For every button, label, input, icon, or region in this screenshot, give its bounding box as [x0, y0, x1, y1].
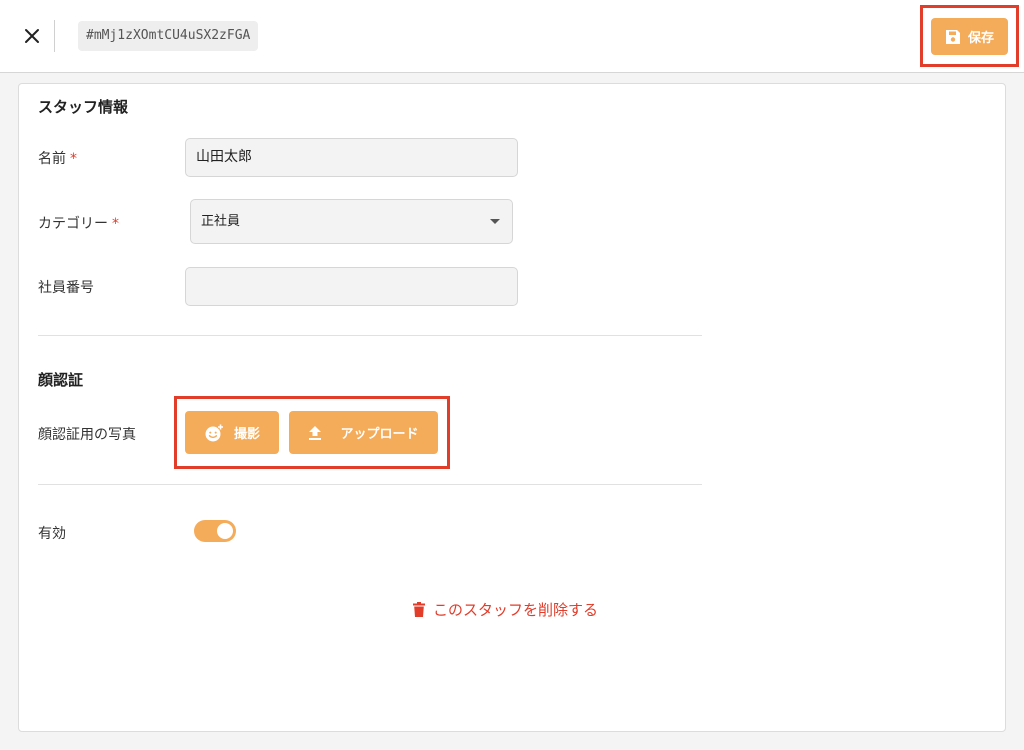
save-button-label: 保存 — [967, 31, 994, 46]
required-mark: * — [70, 151, 77, 167]
toggle-knob — [217, 523, 233, 539]
name-label: 名前 * — [38, 151, 77, 167]
face-photo-label: 顔認証用の写真 — [38, 427, 136, 443]
active-label: 有効 — [38, 526, 66, 542]
required-mark: * — [112, 216, 119, 232]
close-button[interactable] — [20, 24, 44, 48]
face-auth-title: 顔認証 — [38, 371, 84, 389]
close-icon — [25, 29, 39, 43]
staff-info-title: スタッフ情報 — [38, 98, 129, 116]
delete-staff-label: このスタッフを削除する — [433, 601, 599, 619]
face-add-icon — [205, 424, 223, 441]
active-toggle[interactable] — [194, 520, 236, 542]
upload-button[interactable]: アップロード — [289, 411, 438, 454]
section-divider — [38, 335, 702, 336]
name-input[interactable]: 山田太郎 — [185, 138, 518, 177]
chevron-down-icon — [490, 219, 500, 224]
trash-icon — [413, 602, 425, 617]
category-label: カテゴリー * — [38, 216, 119, 232]
upload-button-label: アップロード — [340, 427, 419, 442]
category-selected-value: 正社員 — [201, 214, 241, 229]
capture-button[interactable]: 撮影 — [185, 411, 279, 454]
employee-number-input[interactable] — [185, 267, 518, 306]
category-select[interactable]: 正社員 — [190, 199, 513, 244]
section-divider — [38, 484, 702, 485]
capture-button-label: 撮影 — [233, 427, 260, 442]
delete-staff-link[interactable]: このスタッフを削除する — [413, 599, 598, 620]
upload-arrow-icon — [309, 425, 322, 440]
employee-number-label: 社員番号 — [38, 280, 94, 296]
header-divider — [54, 20, 55, 52]
top-bar: #mMj1zXOmtCU4uSX2zFGA 保存 — [0, 0, 1024, 73]
staff-form-card: スタッフ情報 名前 * 山田太郎 カテゴリー * 正社員 社員番号 顔認証 顔認証用… — [18, 83, 1006, 732]
save-button[interactable]: 保存 — [931, 18, 1008, 55]
floppy-disk-icon — [945, 29, 960, 44]
record-id-chip: #mMj1zXOmtCU4uSX2zFGA — [78, 21, 259, 51]
